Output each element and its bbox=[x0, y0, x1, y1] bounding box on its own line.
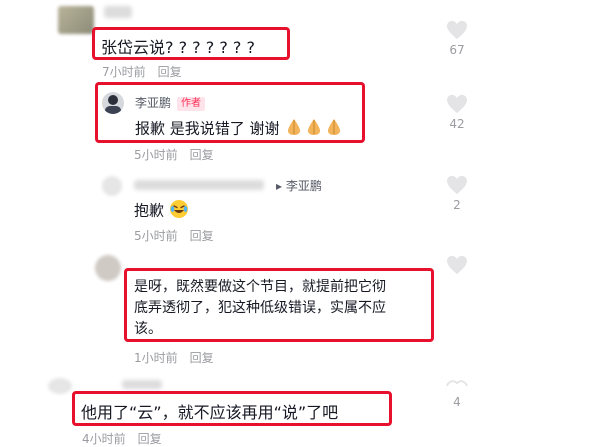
comment-text: 抱歉 bbox=[134, 201, 165, 220]
comment-meta: 1小时前 回复 bbox=[134, 349, 214, 366]
avatar-person-icon bbox=[105, 95, 121, 114]
avatar[interactable] bbox=[48, 378, 72, 394]
comment-time: 5小时前 bbox=[134, 148, 178, 162]
comment-text-line: 底弄透彻了，犯这种低级错误，实属不应 bbox=[134, 300, 386, 316]
username[interactable]: 李亚鹏 bbox=[135, 96, 171, 110]
comment-meta: 5小时前 回复 bbox=[134, 227, 214, 244]
like-count: 2 bbox=[453, 198, 461, 212]
reply-to-label[interactable]: ▸ 李亚鹏 bbox=[276, 177, 322, 194]
laughing-tears-icon bbox=[169, 199, 189, 223]
pray-hands-icon bbox=[304, 117, 324, 141]
like-button[interactable]: 4 bbox=[442, 378, 472, 409]
comment-text-line: 该。 bbox=[134, 321, 162, 337]
heart-icon bbox=[447, 20, 467, 40]
heart-icon bbox=[447, 94, 467, 114]
comment-text: 他用了“云”，就不应该再用“说”了吧 bbox=[81, 403, 339, 422]
heart-icon bbox=[446, 380, 468, 387]
comment-meta: 4小时前 回复 bbox=[82, 430, 162, 447]
avatar[interactable] bbox=[58, 6, 94, 34]
reply-button[interactable]: 回复 bbox=[190, 229, 214, 243]
avatar[interactable] bbox=[95, 255, 121, 281]
comment-text-line: 是呀，既然要做这个节目，就提前把它彻 bbox=[134, 279, 386, 295]
author-badge: 作者 bbox=[177, 96, 206, 111]
like-button[interactable]: 2 bbox=[442, 175, 472, 212]
comment-time: 1小时前 bbox=[134, 351, 178, 365]
comment-text: 报歉 是我说错了 谢谢 bbox=[135, 119, 280, 138]
reply-button[interactable]: 回复 bbox=[190, 351, 214, 365]
comment-meta: 7小时前 回复 bbox=[102, 63, 182, 80]
pray-hands-icon bbox=[284, 117, 304, 141]
like-button[interactable]: 67 bbox=[442, 20, 472, 57]
like-button[interactable] bbox=[442, 255, 472, 275]
like-button[interactable]: 42 bbox=[442, 94, 472, 131]
like-count: 42 bbox=[449, 117, 465, 131]
reply-button[interactable]: 回复 bbox=[158, 65, 182, 79]
pray-hands-icon bbox=[324, 117, 344, 141]
heart-icon bbox=[447, 255, 467, 275]
username-blurred bbox=[122, 380, 162, 389]
username-blurred bbox=[134, 180, 264, 190]
comment-text-row: 报歉 是我说错了 谢谢 bbox=[135, 117, 344, 141]
reply-button[interactable]: 回复 bbox=[190, 148, 214, 162]
comment-time: 7小时前 bbox=[102, 65, 146, 79]
comment-text-row: 抱歉 bbox=[134, 199, 189, 223]
comment-text: 张岱云说? ? ? ? ? ? ? bbox=[101, 38, 255, 57]
username-blurred bbox=[104, 6, 132, 18]
username-row: 李亚鹏 作者 bbox=[135, 94, 206, 111]
reply-button[interactable]: 回复 bbox=[138, 432, 162, 446]
comment-time: 5小时前 bbox=[134, 229, 178, 243]
avatar[interactable] bbox=[102, 92, 124, 114]
heart-icon bbox=[447, 175, 467, 195]
comment-meta: 5小时前 回复 bbox=[134, 146, 214, 163]
like-count: 4 bbox=[453, 395, 461, 409]
like-count: 67 bbox=[449, 43, 465, 57]
avatar[interactable] bbox=[102, 176, 122, 196]
comment-time: 4小时前 bbox=[82, 432, 126, 446]
